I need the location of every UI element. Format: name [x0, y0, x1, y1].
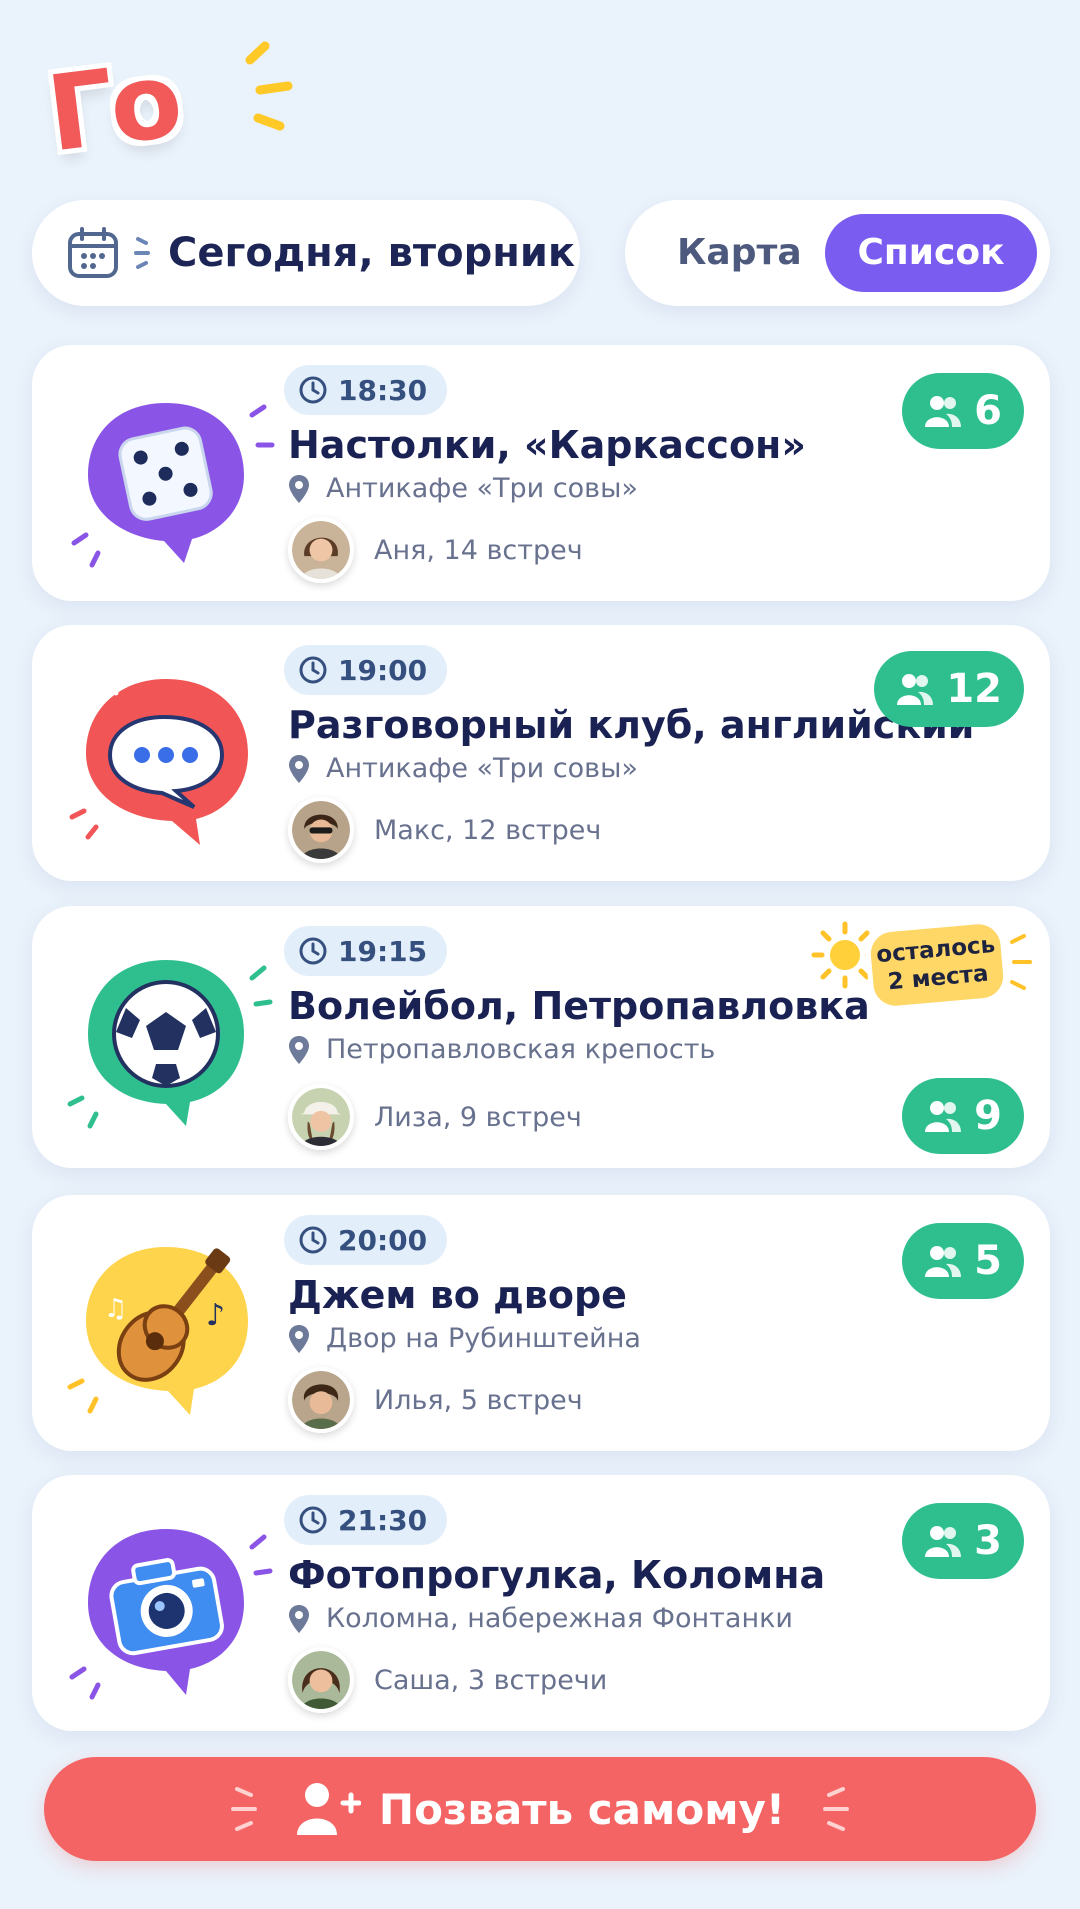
participants-badge: 3	[902, 1503, 1024, 1579]
location-pin-icon	[289, 474, 309, 503]
participants-badge: 9	[902, 1078, 1024, 1154]
spots-left-sticker: осталось 2 места	[810, 914, 1032, 1010]
avatar	[288, 1647, 354, 1713]
view-toggle: Карта Список	[625, 200, 1050, 306]
date-selector[interactable]: Сегодня, вторник	[32, 200, 580, 306]
event-time: 20:00	[338, 1223, 428, 1257]
event-card[interactable]: 19:00 Разговорный клуб, английский Антик…	[32, 625, 1050, 881]
event-host: Аня, 14 встреч	[288, 517, 583, 583]
dice-icon	[71, 391, 275, 579]
event-time: 18:30	[338, 373, 428, 407]
date-label: Сегодня, вторник	[168, 230, 576, 276]
avatar	[288, 1084, 354, 1150]
event-title: Фотопрогулка, Коломна	[288, 1553, 826, 1597]
calendar-icon	[68, 227, 118, 278]
participants-count: 12	[946, 666, 1002, 712]
location-pin-icon	[289, 1604, 309, 1633]
add-user-icon	[296, 1783, 361, 1835]
event-title: Разговорный клуб, английский	[288, 703, 975, 747]
clock-icon	[299, 937, 327, 965]
event-title: Настолки, «Каркассон»	[288, 423, 806, 467]
place-label: Двор на Рубинштейна	[326, 1323, 641, 1354]
event-place: Петропавловская крепость	[288, 1034, 715, 1065]
clock-icon	[299, 376, 327, 404]
time-badge: 21:30	[284, 1495, 448, 1545]
time-badge: 19:15	[284, 926, 448, 976]
event-host: Лиза, 9 встреч	[288, 1084, 582, 1150]
avatar	[288, 797, 354, 863]
participants-count: 9	[974, 1093, 1002, 1139]
event-host: Саша, 3 встречи	[288, 1647, 607, 1713]
event-host: Макс, 12 встреч	[288, 797, 601, 863]
participants-badge: 12	[874, 651, 1024, 727]
avatar	[288, 517, 354, 583]
avatar	[288, 1367, 354, 1433]
event-time: 19:00	[338, 653, 428, 687]
sparkle-icon	[1010, 934, 1032, 990]
sparkle-left-icon	[230, 1787, 257, 1831]
host-label: Илья, 5 встреч	[374, 1384, 583, 1416]
time-badge: 18:30	[284, 365, 448, 415]
spots-left-label: осталось 2 места	[869, 922, 1005, 1008]
event-card[interactable]: ♪ ♫ 20:00 Джем во дворе Двор на Рубинште…	[32, 1195, 1050, 1451]
ball-icon	[67, 948, 273, 1142]
event-card[interactable]: 21:30 Фотопрогулка, Коломна Коломна, наб…	[32, 1475, 1050, 1731]
place-label: Антикафе «Три совы»	[326, 753, 638, 784]
place-label: Коломна, набережная Фонтанки	[326, 1603, 793, 1634]
event-title: Джем во дворе	[288, 1273, 627, 1317]
participants-count: 6	[974, 388, 1002, 434]
event-host: Илья, 5 встреч	[288, 1367, 583, 1433]
event-place: Антикафе «Три совы»	[288, 753, 638, 784]
time-badge: 19:00	[284, 645, 448, 695]
people-icon	[925, 1246, 962, 1277]
list-view-tab[interactable]: Список	[825, 214, 1037, 292]
map-view-tab[interactable]: Карта	[677, 200, 802, 306]
invite-button[interactable]: Позвать самому!	[44, 1757, 1036, 1861]
people-icon	[897, 674, 934, 705]
participants-count: 5	[974, 1238, 1002, 1284]
host-label: Макс, 12 встреч	[374, 814, 602, 846]
camera-icon	[69, 1517, 273, 1711]
event-title: Волейбол, Петропавловка	[288, 984, 870, 1028]
event-time: 19:15	[338, 934, 428, 968]
event-card[interactable]: 19:15 Волейбол, Петропавловка Петропавло…	[32, 906, 1050, 1168]
event-place: Коломна, набережная Фонтанки	[288, 1603, 793, 1634]
people-icon	[925, 396, 962, 427]
guitar-icon: ♪ ♫	[67, 1235, 260, 1431]
logo-text: Го	[41, 38, 185, 176]
time-badge: 20:00	[284, 1215, 448, 1265]
svg-text:♪: ♪	[206, 1298, 225, 1333]
clock-icon	[299, 1226, 327, 1254]
participants-badge: 5	[902, 1223, 1024, 1299]
people-icon	[925, 1526, 962, 1557]
participants-count: 3	[974, 1518, 1002, 1564]
clock-icon	[299, 1506, 327, 1534]
event-place: Антикафе «Три совы»	[288, 473, 638, 504]
place-label: Петропавловская крепость	[326, 1034, 716, 1065]
sparkle-right-icon	[823, 1787, 850, 1831]
location-pin-icon	[289, 1324, 309, 1353]
location-pin-icon	[289, 1035, 309, 1064]
chat-bubble-icon	[69, 666, 260, 861]
host-label: Лиза, 9 встреч	[374, 1101, 582, 1133]
dashes-decoration-icon	[134, 237, 150, 269]
host-label: Саша, 3 встречи	[374, 1664, 608, 1696]
host-label: Аня, 14 встреч	[374, 534, 583, 566]
event-time: 21:30	[338, 1503, 428, 1537]
app-logo: Го	[40, 38, 293, 180]
people-icon	[925, 1101, 962, 1132]
place-label: Антикафе «Три совы»	[326, 473, 638, 504]
svg-text:♫: ♫	[104, 1294, 127, 1324]
event-place: Двор на Рубинштейна	[288, 1323, 641, 1354]
participants-badge: 6	[902, 373, 1024, 449]
logo-rays-icon	[245, 41, 293, 131]
location-pin-icon	[289, 754, 309, 783]
sun-icon	[811, 921, 879, 989]
clock-icon	[299, 656, 327, 684]
invite-label: Позвать самому!	[378, 1784, 786, 1834]
event-card[interactable]: 18:30 Настолки, «Каркассон» Антикафе «Тр…	[32, 345, 1050, 601]
